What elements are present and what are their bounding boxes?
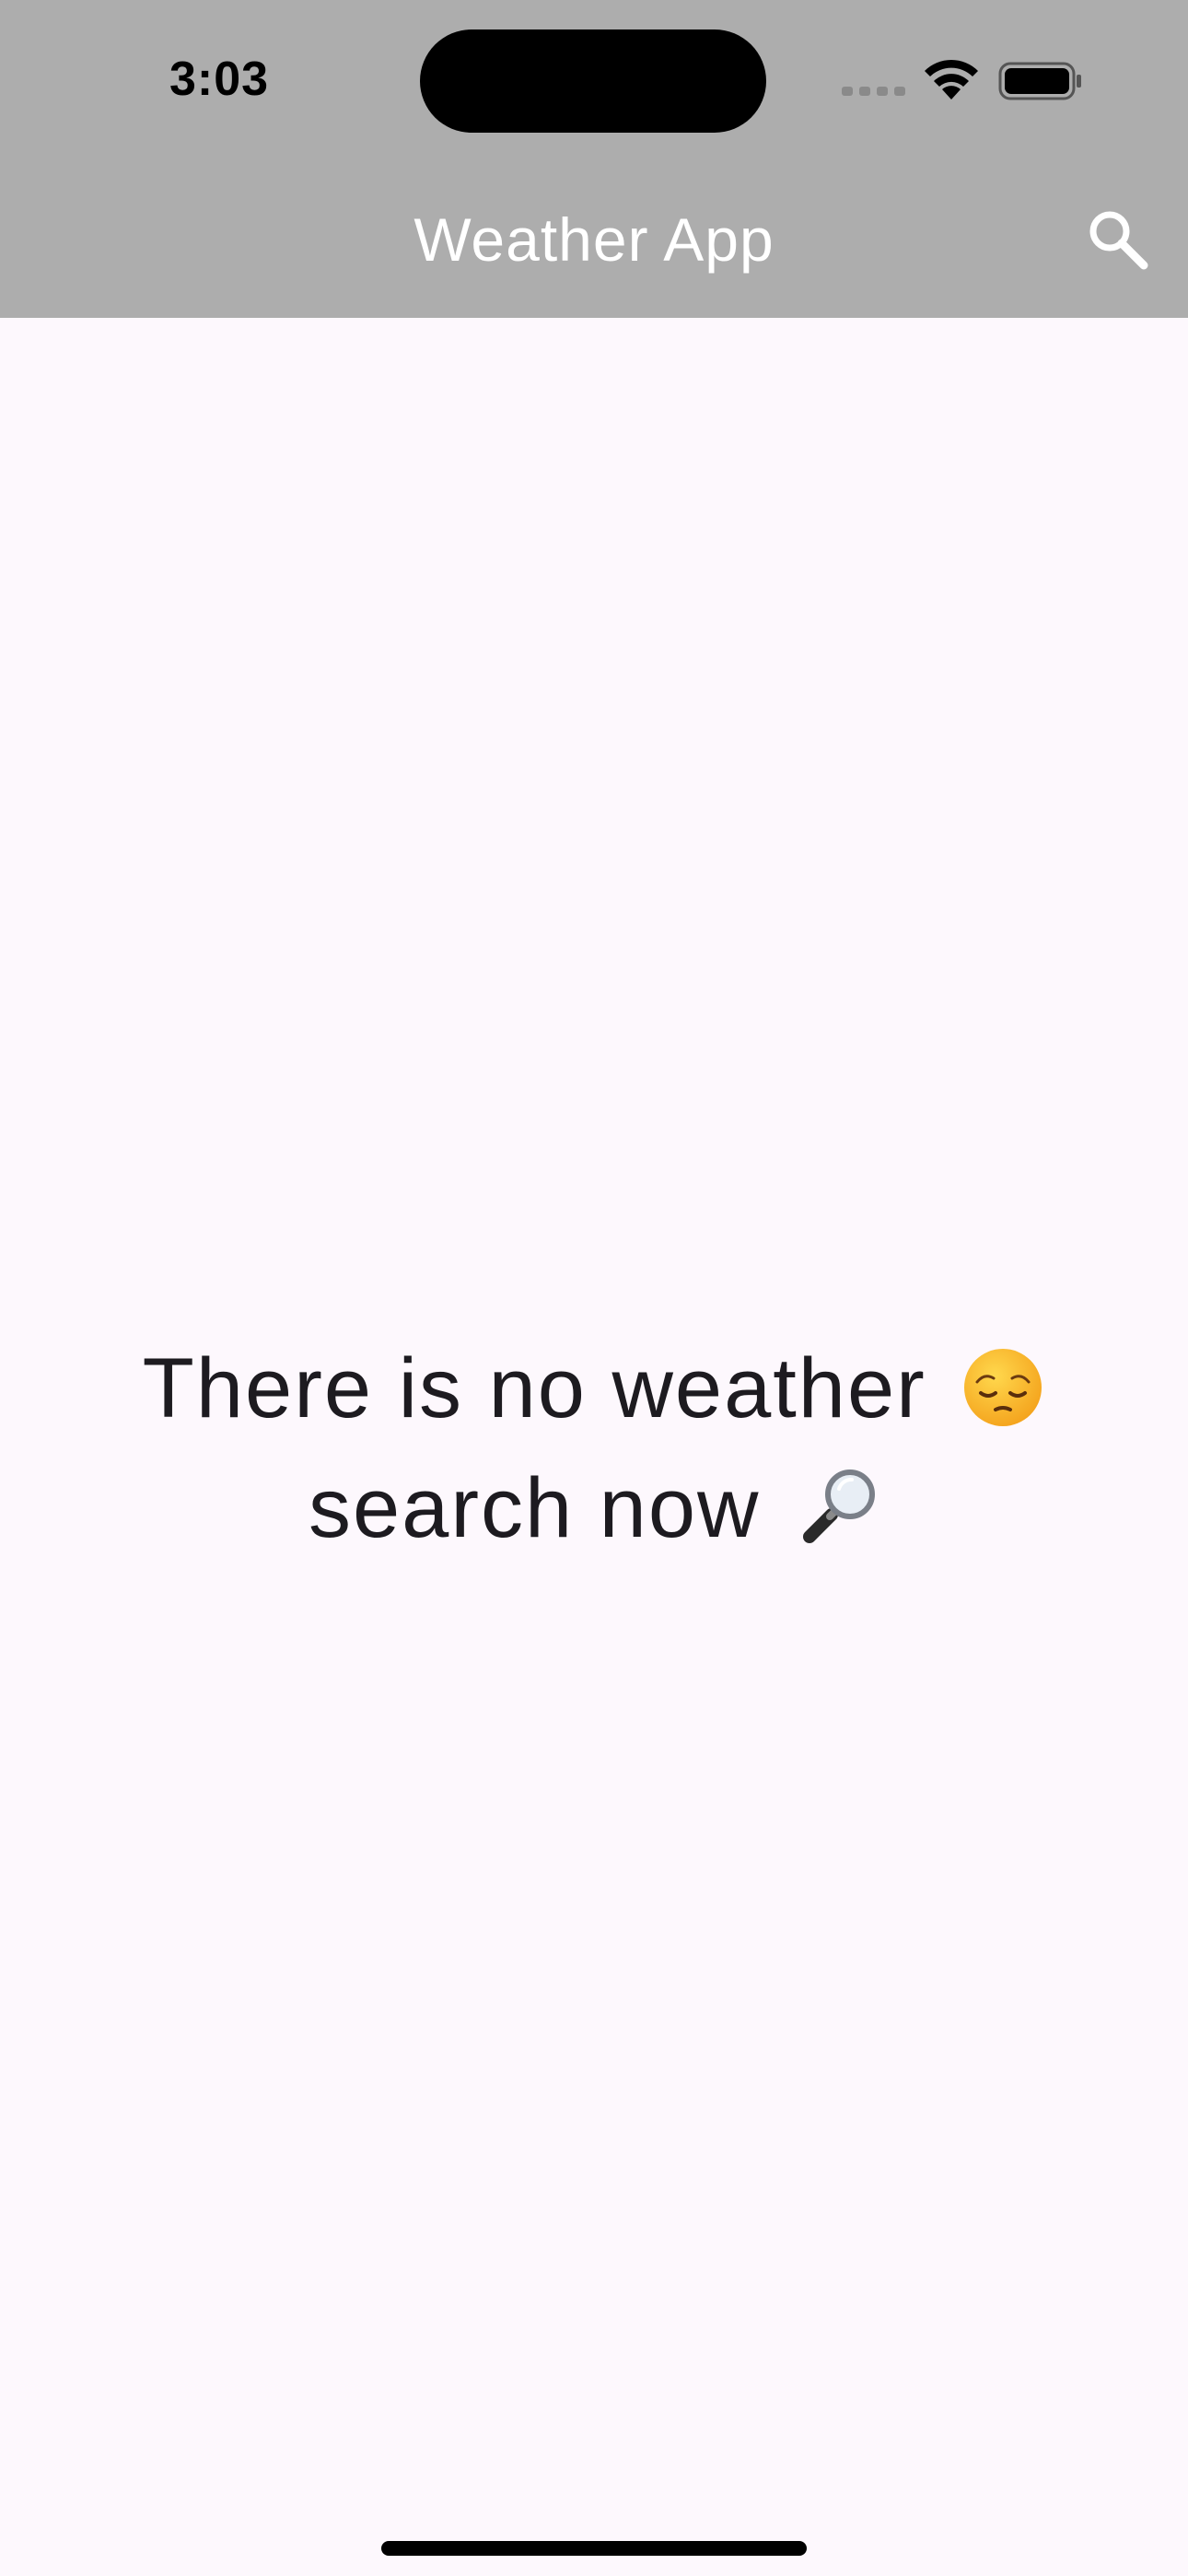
dynamic-island bbox=[420, 29, 766, 133]
pensive-face-icon bbox=[964, 1348, 1042, 1426]
home-indicator bbox=[381, 2541, 807, 2556]
empty-state-text-1: There is no weather bbox=[142, 1341, 926, 1435]
battery-icon bbox=[998, 62, 1081, 100]
search-icon[interactable] bbox=[1083, 205, 1153, 275]
status-time: 3:03 bbox=[169, 53, 270, 106]
empty-state-text-2: search now bbox=[308, 1461, 761, 1555]
empty-state-line-2: search now bbox=[0, 1448, 1188, 1568]
wifi-icon bbox=[925, 59, 978, 100]
magnifying-glass-icon bbox=[803, 1469, 876, 1543]
app-title: Weather App bbox=[413, 205, 775, 274]
empty-state-line-1: There is no weather bbox=[0, 1329, 1188, 1448]
cellular-signal-icon bbox=[842, 87, 905, 96]
empty-state-message: There is no weather search now bbox=[0, 1329, 1188, 1568]
app-bar: 3:03 Weather App bbox=[0, 0, 1188, 318]
